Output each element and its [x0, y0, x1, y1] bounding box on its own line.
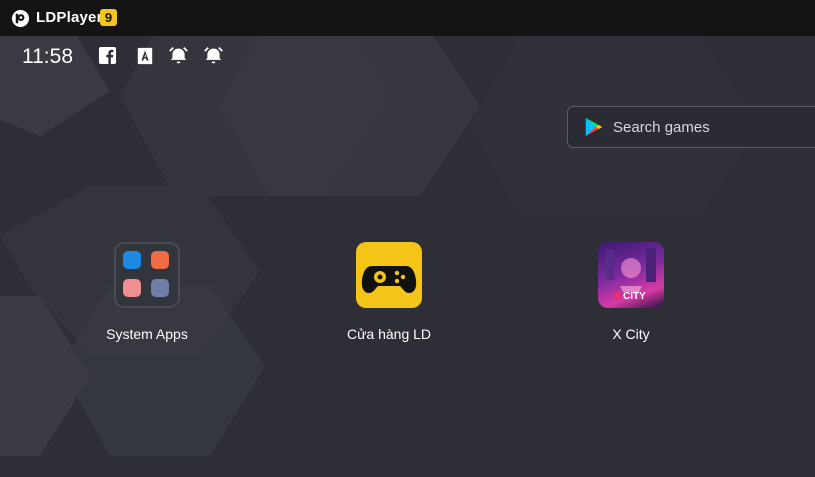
app-system-apps[interactable]: System Apps: [72, 242, 222, 352]
a-notification-icon: [134, 45, 155, 66]
window-title: LDPlayer: [36, 9, 103, 26]
app-label: X City: [612, 326, 650, 342]
ldplayer-logo-icon: [11, 9, 30, 28]
system-apps-folder-icon[interactable]: [114, 242, 180, 308]
clock: 11:58: [22, 45, 73, 68]
app-x-city[interactable]: X CITY X City: [556, 242, 706, 352]
alarm-icon: [203, 45, 224, 66]
search-input[interactable]: Search games: [613, 119, 710, 136]
app-ld-store[interactable]: Cửa hàng LD: [314, 242, 464, 352]
android-home-screen: 11:58 Search games System Apps Cửa hàng …: [0, 36, 815, 477]
svg-text:X: X: [613, 288, 622, 303]
app-label: Cửa hàng LD: [346, 326, 432, 342]
ld-store-gamepad-icon[interactable]: [356, 242, 422, 308]
facebook-icon: [97, 45, 118, 66]
x-city-game-icon[interactable]: X CITY: [598, 242, 664, 308]
window-titlebar: LDPlayer 9: [0, 0, 815, 36]
version-badge: 9: [100, 9, 117, 26]
search-games-box[interactable]: Search games: [567, 106, 815, 148]
app-label: System Apps: [106, 326, 188, 342]
google-play-icon: [585, 117, 603, 137]
status-bar: 11:58: [0, 36, 815, 78]
alarm-icon: [168, 45, 189, 66]
x-city-icon-text: CITY: [623, 291, 646, 302]
